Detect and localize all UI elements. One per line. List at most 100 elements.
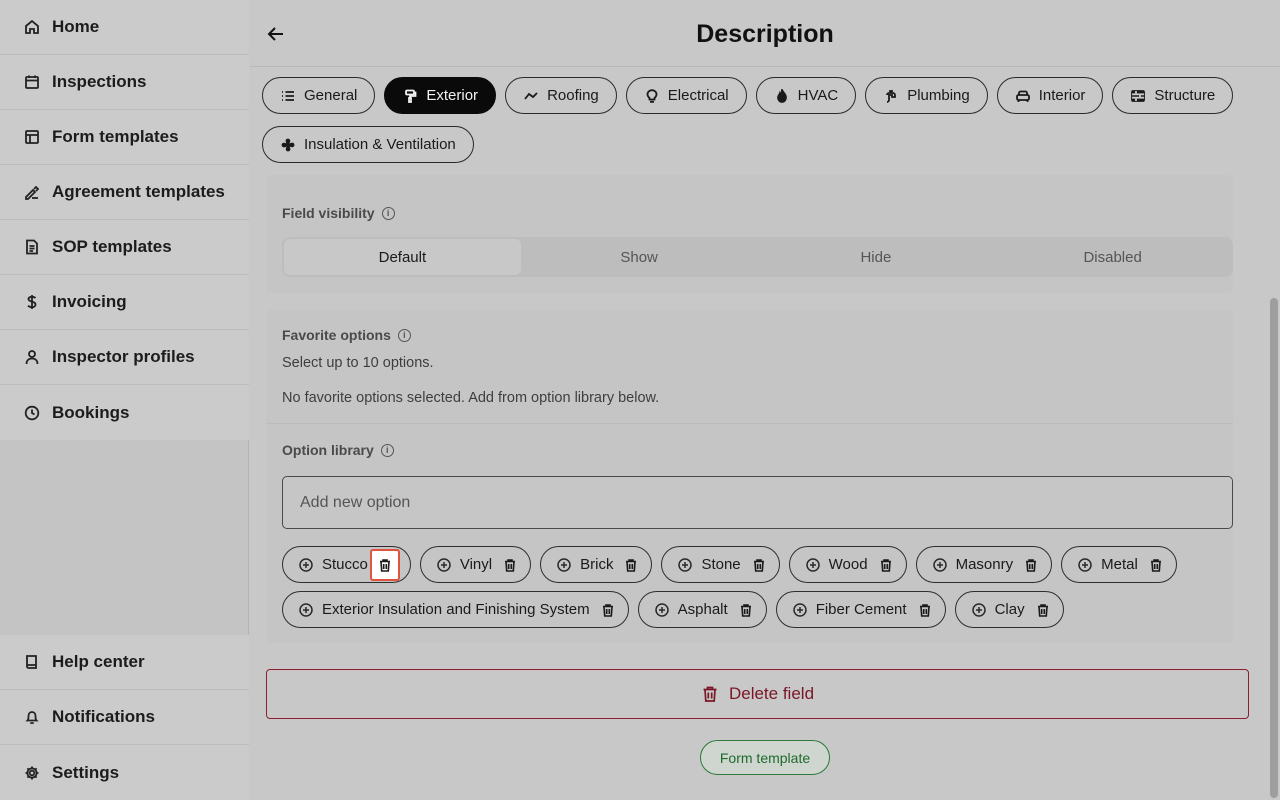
sidebar-item-form-templates[interactable]: Form templates [0,110,249,165]
sidebar-item-label: Notifications [52,707,155,726]
trash-icon[interactable] [1146,555,1166,575]
dollar-icon [23,293,41,311]
paint-roller-icon [402,88,418,104]
field-visibility-card: Field visibility i Default Show Hide Dis… [266,175,1233,293]
plus-circle-icon[interactable] [805,557,820,572]
sidebar-item-settings[interactable]: Settings [0,745,249,800]
plus-circle-icon[interactable] [299,602,313,617]
sidebar-item-bookings[interactable]: Bookings [0,385,249,440]
tab-interior[interactable]: Interior [996,77,1104,114]
tab-roofing[interactable]: Roofing [505,77,617,114]
document-icon [23,238,41,256]
plus-circle-icon[interactable] [971,602,986,617]
info-icon[interactable]: i [381,206,395,220]
sidebar-item-label: Help center [52,652,145,671]
tab-insulation-ventilation[interactable]: Insulation & Ventilation [262,126,474,163]
sidebar-item-inspector-profiles[interactable]: Inspector profiles [0,330,249,385]
tab-plumbing[interactable]: Plumbing [865,77,988,114]
roof-icon [523,88,539,104]
favorite-options-label: Favorite options i [282,327,411,343]
trash-icon[interactable] [369,548,400,581]
option-chip-vinyl[interactable]: Vinyl [419,546,532,583]
trash-icon[interactable] [1021,555,1041,575]
tab-hvac[interactable]: HVAC [755,77,857,114]
trash-icon[interactable] [736,600,756,620]
form-template-badge[interactable]: Form template [700,740,830,775]
sidebar-item-notifications[interactable]: Notifications [0,690,249,745]
option-chip-brick[interactable]: Brick [540,546,653,583]
option-chip-stucco[interactable]: Stucco [282,546,411,583]
tab-electrical[interactable]: Electrical [625,77,747,114]
plus-circle-icon[interactable] [1078,557,1092,572]
visibility-option-hide[interactable]: Hide [758,239,995,275]
tab-label: Insulation & Ventilation [304,136,456,153]
plus-circle-icon[interactable] [678,557,693,572]
sidebar-item-sop-templates[interactable]: SOP templates [0,220,249,275]
add-option-input[interactable] [282,476,1233,529]
sidebar-item-label: SOP templates [52,237,172,256]
info-icon[interactable]: i [397,328,411,342]
option-chip-eifs[interactable]: Exterior Insulation and Finishing System [282,591,629,628]
plus-circle-icon[interactable] [299,557,313,572]
tab-structure[interactable]: Structure [1112,77,1234,114]
sidebar-item-invoicing[interactable]: Invoicing [0,275,249,330]
option-chip-clay[interactable]: Clay [954,591,1064,628]
option-chip-asphalt[interactable]: Asphalt [637,591,767,628]
bell-icon [23,708,41,726]
plus-circle-icon[interactable] [654,602,669,617]
sidebar-item-label: Settings [52,762,120,782]
info-icon[interactable]: i [380,443,394,457]
sidebar-item-home[interactable]: Home [0,0,249,55]
sidebar-item-label: Inspections [52,72,147,91]
sidebar-item-label: Inspector profiles [52,347,195,366]
trash-icon[interactable] [621,555,641,575]
option-chip-label: Metal [1101,556,1138,573]
flame-icon [774,88,790,104]
favorite-options-empty-text: No favorite options selected. Add from o… [282,390,660,406]
option-chip-label: Wood [828,556,868,573]
tab-general[interactable]: General [262,77,376,114]
field-visibility-segmented-control: Default Show Hide Disabled [282,237,1233,277]
favorite-options-hint: Select up to 10 options. [282,355,434,371]
option-chip-wood[interactable]: Wood [788,546,907,583]
tab-label: Roofing [547,87,599,104]
bricks-icon [1130,88,1146,104]
option-library-title: Option library [282,442,374,458]
home-icon [23,18,41,36]
plus-circle-icon[interactable] [437,557,451,572]
plus-circle-icon[interactable] [932,557,947,572]
trash-icon[interactable] [915,600,935,620]
option-chip-stone[interactable]: Stone [661,546,780,583]
tab-exterior[interactable]: Exterior [384,77,497,114]
option-chip-label: Clay [994,601,1025,618]
visibility-option-default[interactable]: Default [284,239,521,275]
sidebar-item-agreement-templates[interactable]: Agreement templates [0,165,249,220]
trash-icon[interactable] [876,555,896,575]
sidebar-item-label: Form templates [52,127,179,146]
fan-icon [280,137,296,153]
trash-icon[interactable] [598,600,618,620]
plus-circle-icon[interactable] [792,602,807,617]
option-chip-label: Asphalt [677,601,728,618]
trash-icon[interactable] [1033,600,1053,620]
option-chip-metal[interactable]: Metal [1061,546,1177,583]
option-chip-fiber-cement[interactable]: Fiber Cement [775,591,946,628]
option-library-label: Option library i [282,442,394,458]
visibility-option-disabled[interactable]: Disabled [994,239,1231,275]
trash-icon[interactable] [500,555,520,575]
tab-label: Electrical [667,87,729,104]
option-chip-masonry[interactable]: Masonry [915,546,1053,583]
delete-field-label: Delete field [728,684,815,703]
sidebar-item-inspections[interactable]: Inspections [0,55,249,110]
delete-field-button[interactable]: Delete field [266,669,1249,719]
plus-circle-icon[interactable] [557,557,571,572]
sidebar-item-label: Agreement templates [52,182,225,201]
trash-icon[interactable] [749,555,769,575]
option-chip-label: Stone [701,556,741,573]
category-tabs: General Exterior Roofing Electrical HVAC… [262,77,1242,163]
scrollbar[interactable] [1270,298,1278,798]
sidebar-item-help-center[interactable]: Help center [0,635,249,690]
option-chip-label: Masonry [955,556,1014,573]
visibility-option-show[interactable]: Show [521,239,758,275]
field-visibility-label: Field visibility i [282,205,395,221]
